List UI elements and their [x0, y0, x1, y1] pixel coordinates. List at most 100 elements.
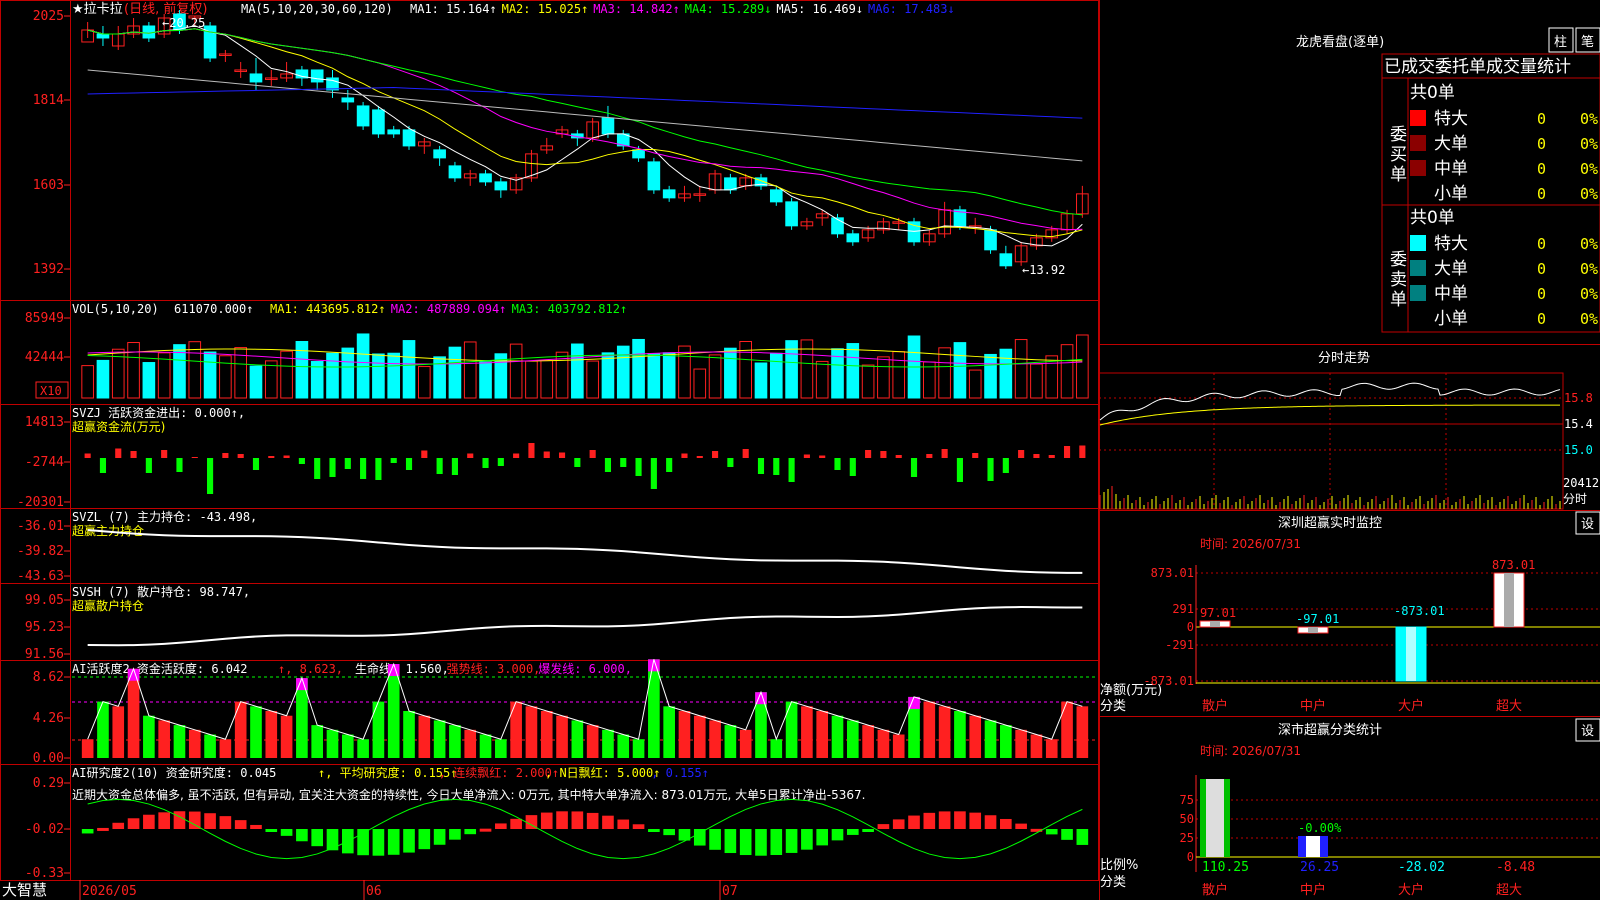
svzj-bar — [926, 454, 933, 458]
svzj-bar — [803, 454, 810, 458]
intraday-vol-unit: 分时 — [1563, 492, 1587, 506]
vol-bar — [1076, 334, 1089, 399]
lhb-side-label: 买 — [1390, 145, 1407, 165]
period-label[interactable]: (日线, 前复权) — [124, 1, 207, 17]
high-price-label: ←20.25 — [162, 16, 205, 30]
research-bar — [586, 812, 599, 829]
research-bar — [143, 814, 155, 829]
svzj-bar — [436, 458, 443, 474]
research-bar — [709, 829, 721, 850]
lhb-row-count: 0 — [1537, 185, 1546, 203]
ai-research-label: AI研究度2(10) 资金研究度: 0.045 — [72, 765, 276, 780]
lhb-row-name: 中单 — [1434, 159, 1468, 179]
lhb-row-pct: 0% — [1580, 235, 1598, 253]
research-bar — [296, 829, 308, 842]
svzj-bar — [666, 458, 673, 472]
research-bar — [1015, 823, 1027, 829]
activity-bar — [923, 701, 936, 758]
candle-body — [785, 201, 798, 227]
svzj-bar — [1002, 458, 1009, 473]
sz-class-value-label: 26.25 — [1300, 860, 1339, 875]
svzj-bar — [528, 443, 535, 458]
sz-monitor-category: 大户 — [1398, 698, 1424, 714]
y-tick-label: 0.29 — [33, 776, 64, 791]
vol-unit: X10 — [40, 384, 62, 398]
research-bar — [280, 829, 293, 836]
y-tick-label: 42444 — [25, 350, 64, 365]
research-bar — [387, 829, 400, 855]
sz-monitor-value-label: -873.01 — [1394, 604, 1445, 618]
vol-bar — [708, 354, 722, 399]
research-bar — [1061, 829, 1073, 840]
indicator-value: , N日飘红: 5.000↑ — [545, 765, 660, 780]
research-bar — [877, 824, 890, 829]
lhb-row-count: 0 — [1537, 260, 1546, 278]
vol-bar — [96, 359, 110, 399]
svzj-bar — [222, 453, 229, 458]
svzj-bar — [390, 458, 397, 463]
indicator-value: 强势线: 3.000, — [447, 662, 541, 676]
activity-bar — [969, 715, 982, 758]
activity-bar — [372, 701, 385, 758]
vol-bar — [341, 347, 355, 399]
svzj-bar — [497, 458, 504, 466]
svzl-sub: 超赢主力持仓 — [72, 523, 144, 538]
indicator-value: ↑, 8.623, — [278, 662, 343, 676]
vol-y-axis: 85949 42444 — [25, 311, 70, 365]
intraday-panel: 分时走势 15.8 15.4 15.0 20412 分时 — [1098, 350, 1599, 510]
lhb-total: 共0单 — [1410, 208, 1455, 228]
research-bar — [923, 812, 936, 829]
sz-class-settings-label[interactable]: 设 — [1581, 724, 1594, 739]
research-bar — [403, 829, 415, 853]
lhb-color-swatch — [1410, 160, 1426, 176]
lhb-title: 龙虎看盘(逐单) — [1296, 34, 1384, 50]
svzj-bar — [298, 458, 305, 464]
y-tick-label: 85949 — [25, 311, 64, 326]
lhb-color-swatch — [1410, 235, 1426, 251]
intraday-vol-label: 20412 — [1563, 476, 1599, 490]
research-bar — [510, 818, 522, 829]
ai-research-values: ↑, 平均研究度: 0.155↑, 连续飘红: 2.000↑, N日飘红: 5.… — [318, 765, 709, 780]
indicator-value: MA6: 17.483↓ — [868, 2, 955, 16]
research-bar — [495, 823, 507, 829]
research-bar — [97, 827, 109, 831]
activity-bar — [648, 659, 660, 758]
lhb-row-pct: 0% — [1580, 160, 1598, 178]
indicator-value: MA1: 15.164↑ — [410, 2, 497, 16]
lhb-bar-button-label[interactable]: 柱 — [1554, 35, 1567, 50]
research-bar — [954, 811, 966, 829]
svzj-bar — [283, 455, 290, 458]
svzj-bar — [558, 452, 566, 458]
ai-research-note: 近期大资金总体偏多, 虽不活跃, 但有异动, 宜关注大资金的持续性, 今日大单净… — [72, 787, 865, 802]
research-bar — [326, 829, 339, 851]
activity-bar — [97, 701, 109, 758]
sz-monitor-settings-label[interactable]: 设 — [1581, 517, 1594, 532]
vol-bar — [647, 353, 661, 399]
sz-monitor-value-label: -97.01 — [1296, 612, 1339, 626]
activity-bar — [739, 729, 752, 758]
candle-body — [96, 33, 110, 39]
research-bar — [892, 819, 905, 829]
vol-bar — [984, 353, 997, 399]
vol-bar — [999, 348, 1013, 399]
stock-name[interactable]: ★拉卡拉 — [72, 2, 123, 17]
svzj-bar — [344, 458, 351, 469]
vol-bar — [724, 347, 737, 399]
vol-bar — [326, 352, 339, 399]
research-bar — [1076, 829, 1089, 845]
sz-monitor-category: 超大 — [1496, 699, 1522, 714]
svzj-bar — [360, 458, 367, 479]
sz-class-y-label: 75 — [1180, 793, 1194, 807]
lhb-tick-button-label[interactable]: 笔 — [1581, 34, 1594, 50]
x-tick-label: 07 — [722, 884, 738, 899]
sz-monitor-value-label: 873.01 — [1492, 558, 1535, 572]
research-bar — [617, 819, 630, 829]
svzj-bar — [1079, 445, 1086, 458]
svzj-bar — [482, 458, 489, 468]
svzj-bar — [712, 451, 719, 458]
y-tick-label: 99.05 — [25, 593, 64, 608]
y-tick-label: -0.33 — [25, 866, 64, 881]
indicator-value: ↑, 平均研究度: 0.155↑ — [318, 765, 457, 780]
candle-body — [448, 165, 462, 179]
svzj-bar — [574, 458, 581, 467]
